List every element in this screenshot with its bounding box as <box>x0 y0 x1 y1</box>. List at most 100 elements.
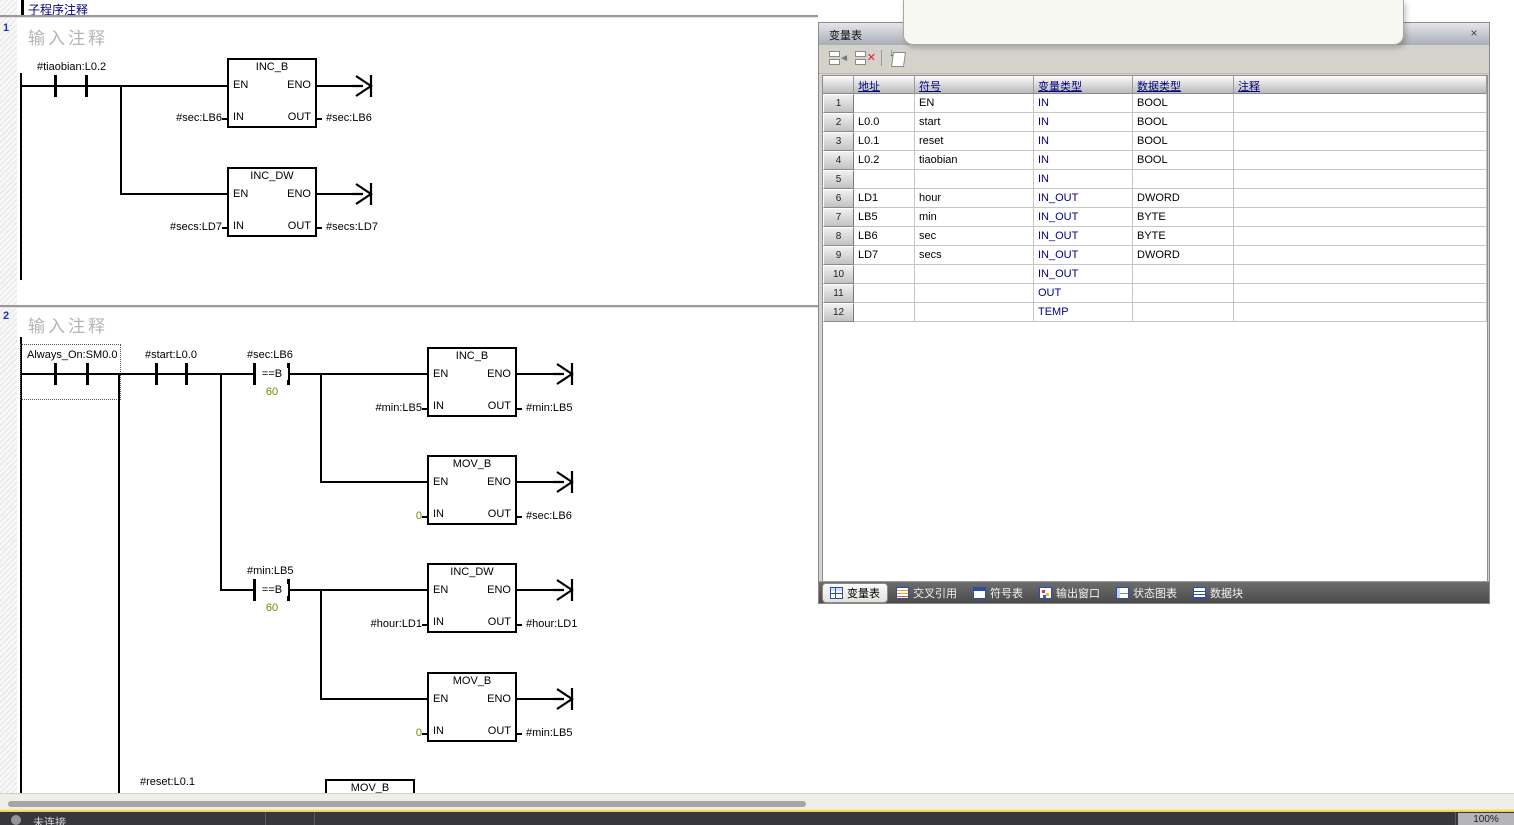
vt-cell[interactable]: BOOL <box>1133 94 1234 113</box>
vt-cell[interactable] <box>1234 113 1487 132</box>
function-block-inc-b[interactable]: INC_B EN ENO IN OUT <box>427 347 517 417</box>
vt-cell[interactable]: secs <box>915 246 1034 265</box>
vt-cell[interactable]: OUT <box>1034 284 1133 303</box>
vt-header-2[interactable]: 符号 <box>915 76 1034 94</box>
vt-row-number[interactable]: 5 <box>823 170 854 189</box>
vt-row-number[interactable]: 7 <box>823 208 854 227</box>
vt-cell[interactable] <box>1234 132 1487 151</box>
operand-label[interactable]: #min:LB5 <box>526 402 572 414</box>
delete-row-icon[interactable]: ✕ <box>855 50 875 67</box>
operand-constant[interactable]: 0 <box>342 510 422 522</box>
vt-cell[interactable] <box>1234 303 1487 322</box>
vt-cell[interactable] <box>854 265 915 284</box>
contact[interactable] <box>85 75 88 97</box>
vt-row-number[interactable]: 6 <box>823 189 854 208</box>
vt-cell[interactable]: IN_OUT <box>1034 265 1133 284</box>
tab-datablock[interactable]: 数据块 <box>1186 584 1250 602</box>
vt-cell[interactable]: IN <box>1034 94 1133 113</box>
vt-cell[interactable]: TEMP <box>1034 303 1133 322</box>
vt-cell[interactable] <box>1234 151 1487 170</box>
vt-cell[interactable]: LD7 <box>854 246 915 265</box>
vt-cell[interactable]: IN <box>1034 151 1133 170</box>
vt-cell[interactable]: start <box>915 113 1034 132</box>
function-block-inc-b[interactable]: INC_B EN ENO IN OUT <box>227 58 317 128</box>
operand-label[interactable]: #hour:LD1 <box>342 618 422 630</box>
vt-cell[interactable] <box>1133 284 1234 303</box>
export-icon[interactable]: ↓ <box>889 50 909 67</box>
operand-label[interactable]: #sec:LB6 <box>526 510 572 522</box>
vt-row-number[interactable]: 3 <box>823 132 854 151</box>
network-2-title[interactable]: 输入注释 <box>28 312 108 337</box>
vt-cell[interactable]: hour <box>915 189 1034 208</box>
vt-cell[interactable]: IN <box>1034 113 1133 132</box>
contact[interactable] <box>54 75 57 97</box>
vt-cell[interactable] <box>915 265 1034 284</box>
insert-row-icon[interactable]: ◄ <box>829 50 849 67</box>
vt-row-number[interactable]: 9 <box>823 246 854 265</box>
compare-value[interactable]: 60 <box>258 386 286 398</box>
vt-cell[interactable]: BYTE <box>1133 227 1234 246</box>
vt-cell[interactable]: BOOL <box>1133 132 1234 151</box>
horizontal-scrollbar[interactable] <box>0 793 1514 810</box>
vt-cell[interactable] <box>854 170 915 189</box>
vt-cell[interactable]: min <box>915 208 1034 227</box>
tab-statuschart[interactable]: 状态图表 <box>1109 584 1184 602</box>
operand-constant[interactable]: 0 <box>342 727 422 739</box>
vt-cell[interactable]: IN_OUT <box>1034 246 1133 265</box>
vt-row-number[interactable]: 1 <box>823 94 854 113</box>
vt-cell[interactable]: IN_OUT <box>1034 189 1133 208</box>
vt-row-number[interactable]: 8 <box>823 227 854 246</box>
vt-cell[interactable] <box>854 94 915 113</box>
vt-cell[interactable]: DWORD <box>1133 246 1234 265</box>
vt-cell[interactable]: LB5 <box>854 208 915 227</box>
vt-cell[interactable] <box>915 170 1034 189</box>
vt-cell[interactable]: L0.1 <box>854 132 915 151</box>
vt-cell[interactable] <box>915 303 1034 322</box>
tab-output[interactable]: 输出窗口 <box>1032 584 1107 602</box>
function-block-inc-dw[interactable]: INC_DW EN ENO IN OUT <box>427 563 517 633</box>
function-block-mov-b[interactable]: MOV_B EN ENO IN OUT <box>427 455 517 525</box>
function-block-inc-dw[interactable]: INC_DW EN ENO IN OUT <box>227 167 317 237</box>
vt-cell[interactable] <box>1133 170 1234 189</box>
vt-cell[interactable]: reset <box>915 132 1034 151</box>
contact[interactable] <box>86 363 89 385</box>
contact[interactable] <box>54 363 57 385</box>
vt-cell[interactable] <box>915 284 1034 303</box>
operand-label[interactable]: #min:LB5 <box>342 402 422 414</box>
operand-label[interactable]: #hour:LD1 <box>526 618 577 630</box>
tab-crossref[interactable]: 交叉引用 <box>889 584 964 602</box>
operand-label[interactable]: #sec:LB6 <box>326 112 372 124</box>
vt-row-number[interactable]: 12 <box>823 303 854 322</box>
operand-label[interactable]: #sec:LB6 <box>142 112 222 124</box>
vt-cell[interactable]: L0.2 <box>854 151 915 170</box>
vt-cell[interactable] <box>1234 170 1487 189</box>
scrollbar-thumb[interactable] <box>8 801 806 807</box>
vt-cell[interactable]: tiaobian <box>915 151 1034 170</box>
vt-cell[interactable]: BOOL <box>1133 151 1234 170</box>
function-block-mov-b[interactable]: MOV_B EN ENO IN OUT <box>427 672 517 742</box>
operand-label[interactable]: #secs:LD7 <box>142 221 222 233</box>
vt-header-1[interactable]: 地址 <box>854 76 915 94</box>
vt-cell[interactable]: IN_OUT <box>1034 208 1133 227</box>
vt-row-number[interactable]: 2 <box>823 113 854 132</box>
vt-cell[interactable]: DWORD <box>1133 189 1234 208</box>
operand-label[interactable]: #secs:LD7 <box>326 221 378 233</box>
vt-cell[interactable] <box>1234 94 1487 113</box>
vt-cell[interactable]: LD1 <box>854 189 915 208</box>
vt-header-5[interactable]: 注释 <box>1234 76 1487 94</box>
vt-cell[interactable]: sec <box>915 227 1034 246</box>
vt-cell[interactable]: IN <box>1034 132 1133 151</box>
vt-header-4[interactable]: 数据类型 <box>1133 76 1234 94</box>
operand-label[interactable]: #min:LB5 <box>526 727 572 739</box>
vt-cell[interactable] <box>1234 284 1487 303</box>
compare-value[interactable]: 60 <box>258 602 286 614</box>
zoom-level[interactable]: 100% <box>1458 813 1514 825</box>
vt-header-3[interactable]: 变量类型 <box>1034 76 1133 94</box>
vt-cell[interactable]: BYTE <box>1133 208 1234 227</box>
vt-cell[interactable]: LB6 <box>854 227 915 246</box>
vt-cell[interactable]: BOOL <box>1133 113 1234 132</box>
vt-cell[interactable] <box>1234 189 1487 208</box>
vt-cell[interactable]: EN <box>915 94 1034 113</box>
contact[interactable] <box>155 363 158 385</box>
vt-cell[interactable] <box>1133 265 1234 284</box>
